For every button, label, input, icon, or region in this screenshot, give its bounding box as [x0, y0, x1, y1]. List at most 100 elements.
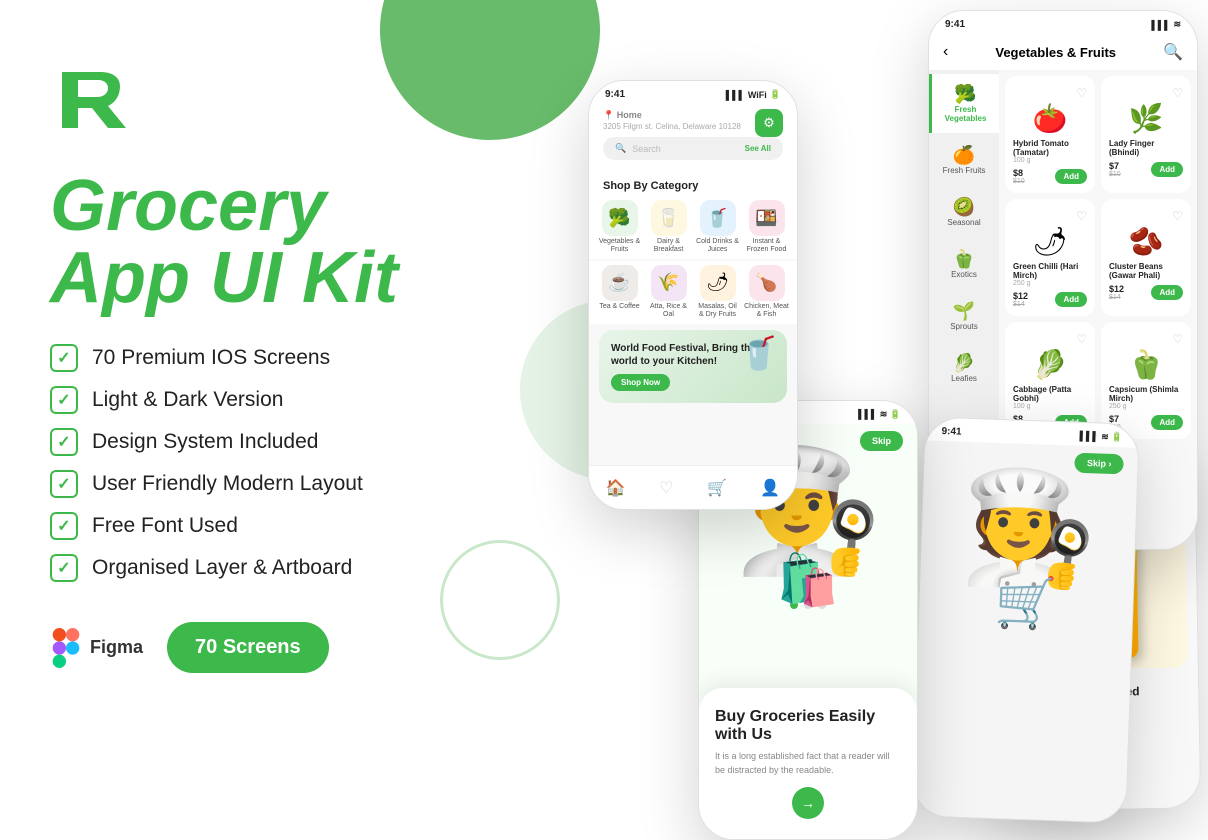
add-chilli-button[interactable]: Add: [1055, 292, 1087, 307]
status-icons-splash: ▌▌▌ ≋ 🔋: [858, 409, 901, 420]
phone-home-screen: 9:41 ▌▌▌ WiFi 🔋 ⚙ 📍 Home 3205 Filgm st. …: [589, 81, 797, 509]
category-grid: 🥦 Vegetables & Fruits 🥛 Dairy & Breakfas…: [589, 196, 797, 259]
cat-fresh-fruits[interactable]: 🍊 Fresh Fruits: [929, 135, 999, 185]
veg-header: ‹ Vegetables & Fruits 🔍: [929, 34, 1197, 70]
feature-item-layout: User Friendly Modern Layout: [50, 470, 470, 498]
heart-capsicum[interactable]: ♡: [1172, 332, 1183, 346]
filter-badge[interactable]: ⚙: [755, 109, 783, 137]
shop-category-title: Shop By Category: [589, 174, 797, 196]
add-beans-button[interactable]: Add: [1151, 285, 1183, 300]
shop-now-button[interactable]: Shop Now: [611, 374, 670, 391]
product-capsicum: ♡ 🫑 Capsicum (Shimla Mirch) 250 g $7 $10…: [1101, 322, 1191, 439]
feature-label-layout: User Friendly Modern Layout: [92, 472, 363, 496]
heart-beans[interactable]: ♡: [1172, 209, 1183, 223]
title-line2: App UI Kit: [50, 238, 398, 318]
heart-chilli[interactable]: ♡: [1076, 209, 1087, 223]
category-drinks[interactable]: 🥤 Cold Drinks & Juices: [695, 200, 740, 255]
phone-home: 9:41 ▌▌▌ WiFi 🔋 ⚙ 📍 Home 3205 Filgm st. …: [588, 80, 798, 510]
feature-label-screens: 70 Premium IOS Screens: [92, 346, 330, 370]
nav-heart-icon[interactable]: ♡: [659, 478, 673, 498]
heart-ladyfinger[interactable]: ♡: [1172, 86, 1183, 100]
signal-veg: ▌▌▌: [1151, 20, 1170, 30]
category-grid-2: ☕ Tea & Coffee 🌾 Atta, Rice & Oal 🌶 Masa…: [589, 261, 797, 324]
skip-button-delivery[interactable]: Skip ›: [1075, 453, 1124, 475]
search-bar[interactable]: 🔍 Search See All: [603, 137, 783, 160]
category-atta[interactable]: 🌾 Atta, Rice & Oal: [646, 265, 691, 320]
app-title: Grocery App UI Kit: [50, 170, 470, 314]
category-masala[interactable]: 🌶 Masalas, Oil & Dry Fruits: [695, 265, 740, 320]
product-ladyfinger: ♡ 🌿 Lady Finger (Bhindi) $7 $10 Add: [1101, 76, 1191, 193]
right-panel: 9:41 ▌▌▌ WiFi 🔋 ⚙ 📍 Home 3205 Filgm st. …: [428, 0, 1208, 840]
nav-home-icon[interactable]: 🏠: [606, 478, 626, 498]
features-list: 70 Premium IOS Screens Light & Dark Vers…: [50, 344, 470, 582]
feature-item-design: Design System Included: [50, 428, 470, 456]
feature-label-layer: Organised Layer & Artboard: [92, 556, 352, 580]
phone-delivery-screen: 9:41 ▌▌▌ ≋ 🔋 Skip › 🧑‍🍳 🛒: [912, 417, 1139, 822]
banner-image: 🥤: [739, 334, 779, 372]
status-bar-veg: 9:41 ▌▌▌ ≋: [929, 11, 1197, 34]
heart-tomato[interactable]: ♡: [1076, 86, 1087, 100]
add-ladyfinger-button[interactable]: Add: [1151, 162, 1183, 177]
check-icon-layer: [50, 554, 78, 582]
feature-item-screens: 70 Premium IOS Screens: [50, 344, 470, 372]
category-chicken[interactable]: 🍗 Chicken, Meat & Fish: [744, 265, 789, 320]
search-icon-veg[interactable]: 🔍: [1163, 42, 1183, 62]
figma-icon: [50, 628, 82, 668]
left-panel: Grocery App UI Kit 70 Premium IOS Screen…: [50, 60, 470, 673]
screens-badge: 70 Screens: [167, 622, 329, 673]
feature-label-theme: Light & Dark Version: [92, 388, 283, 412]
feature-item-font: Free Font Used: [50, 512, 470, 540]
delivery-emoji: 🧑‍🍳: [920, 470, 1137, 587]
feature-label-design: Design System Included: [92, 430, 318, 454]
figma-label: Figma: [90, 637, 143, 658]
check-icon-design: [50, 428, 78, 456]
feature-label-font: Free Font Used: [92, 514, 238, 538]
signal-icon: ▌▌▌: [726, 90, 745, 100]
phone-delivery: 9:41 ▌▌▌ ≋ 🔋 Skip › 🧑‍🍳 🛒: [911, 416, 1140, 823]
heart-cabbage[interactable]: ♡: [1076, 332, 1087, 346]
status-bar-home: 9:41 ▌▌▌ WiFi 🔋: [589, 81, 797, 104]
wifi-veg: ≋: [1173, 19, 1181, 30]
feature-item-theme: Light & Dark Version: [50, 386, 470, 414]
check-icon-font: [50, 512, 78, 540]
product-beans: ♡ 🫘 Cluster Beans (Gawar Phali) $12 $14 …: [1101, 199, 1191, 316]
category-frozen[interactable]: 🍱 Instant & Frozen Food: [744, 200, 789, 255]
category-dairy[interactable]: 🥛 Dairy & Breakfast: [646, 200, 691, 255]
check-icon-theme: [50, 386, 78, 414]
figma-badge: Figma: [50, 628, 143, 668]
status-icons-home: ▌▌▌ WiFi 🔋: [726, 89, 781, 100]
bottom-badges: Figma 70 Screens: [50, 622, 470, 673]
cat-sprouts[interactable]: 🌱 Sprouts: [929, 291, 999, 341]
product-chilli: ♡ 🌶 Green Chilli (Hari Mirch) 250 g $12 …: [1005, 199, 1095, 316]
add-capsicum-button[interactable]: Add: [1151, 415, 1183, 430]
category-tea[interactable]: ☕ Tea & Coffee: [597, 265, 642, 320]
nav-bar-home: 🏠 ♡ 🛒 👤: [589, 465, 797, 509]
screens-badge-label: 70 Screens: [195, 636, 301, 658]
add-tomato-button[interactable]: Add: [1055, 169, 1087, 184]
category-vegetables[interactable]: 🥦 Vegetables & Fruits: [597, 200, 642, 255]
cat-exotics[interactable]: 🫑 Exotics: [929, 239, 999, 289]
wifi-icon: WiFi: [748, 90, 767, 100]
time-veg: 9:41: [945, 19, 965, 30]
product-tomato: ♡ 🍅 Hybrid Tomato (Tamatar) 100 g $8 $10…: [1005, 76, 1095, 193]
delivery-bag: 🛒: [919, 570, 1134, 636]
next-button[interactable]: →: [792, 787, 824, 819]
cat-fresh-veg[interactable]: 🥦 Fresh Vegetables: [929, 74, 999, 133]
time-home: 9:41: [605, 89, 625, 100]
nav-profile-icon[interactable]: 👤: [760, 478, 780, 498]
splash-subtitle: It is a long established fact that a rea…: [715, 750, 901, 777]
logo-icon: [50, 60, 130, 140]
splash-title: Buy Groceries Easily with Us: [715, 708, 901, 744]
title-line1: Grocery: [50, 166, 326, 246]
check-icon-screens: [50, 344, 78, 372]
nav-cart-icon[interactable]: 🛒: [707, 478, 727, 498]
status-icons-veg: ▌▌▌ ≋: [1151, 19, 1181, 30]
battery-icon: 🔋: [770, 89, 781, 100]
cat-leafies[interactable]: 🥬 Leafies: [929, 343, 999, 393]
check-icon-layout: [50, 470, 78, 498]
feature-item-layer: Organised Layer & Artboard: [50, 554, 470, 582]
home-banner: World Food Festival, Bring the world to …: [599, 330, 787, 403]
splash-text-box: Buy Groceries Easily with Us It is a lon…: [699, 688, 917, 839]
cat-seasonal[interactable]: 🥝 Seasonal: [929, 187, 999, 237]
logo-container: [50, 60, 470, 140]
